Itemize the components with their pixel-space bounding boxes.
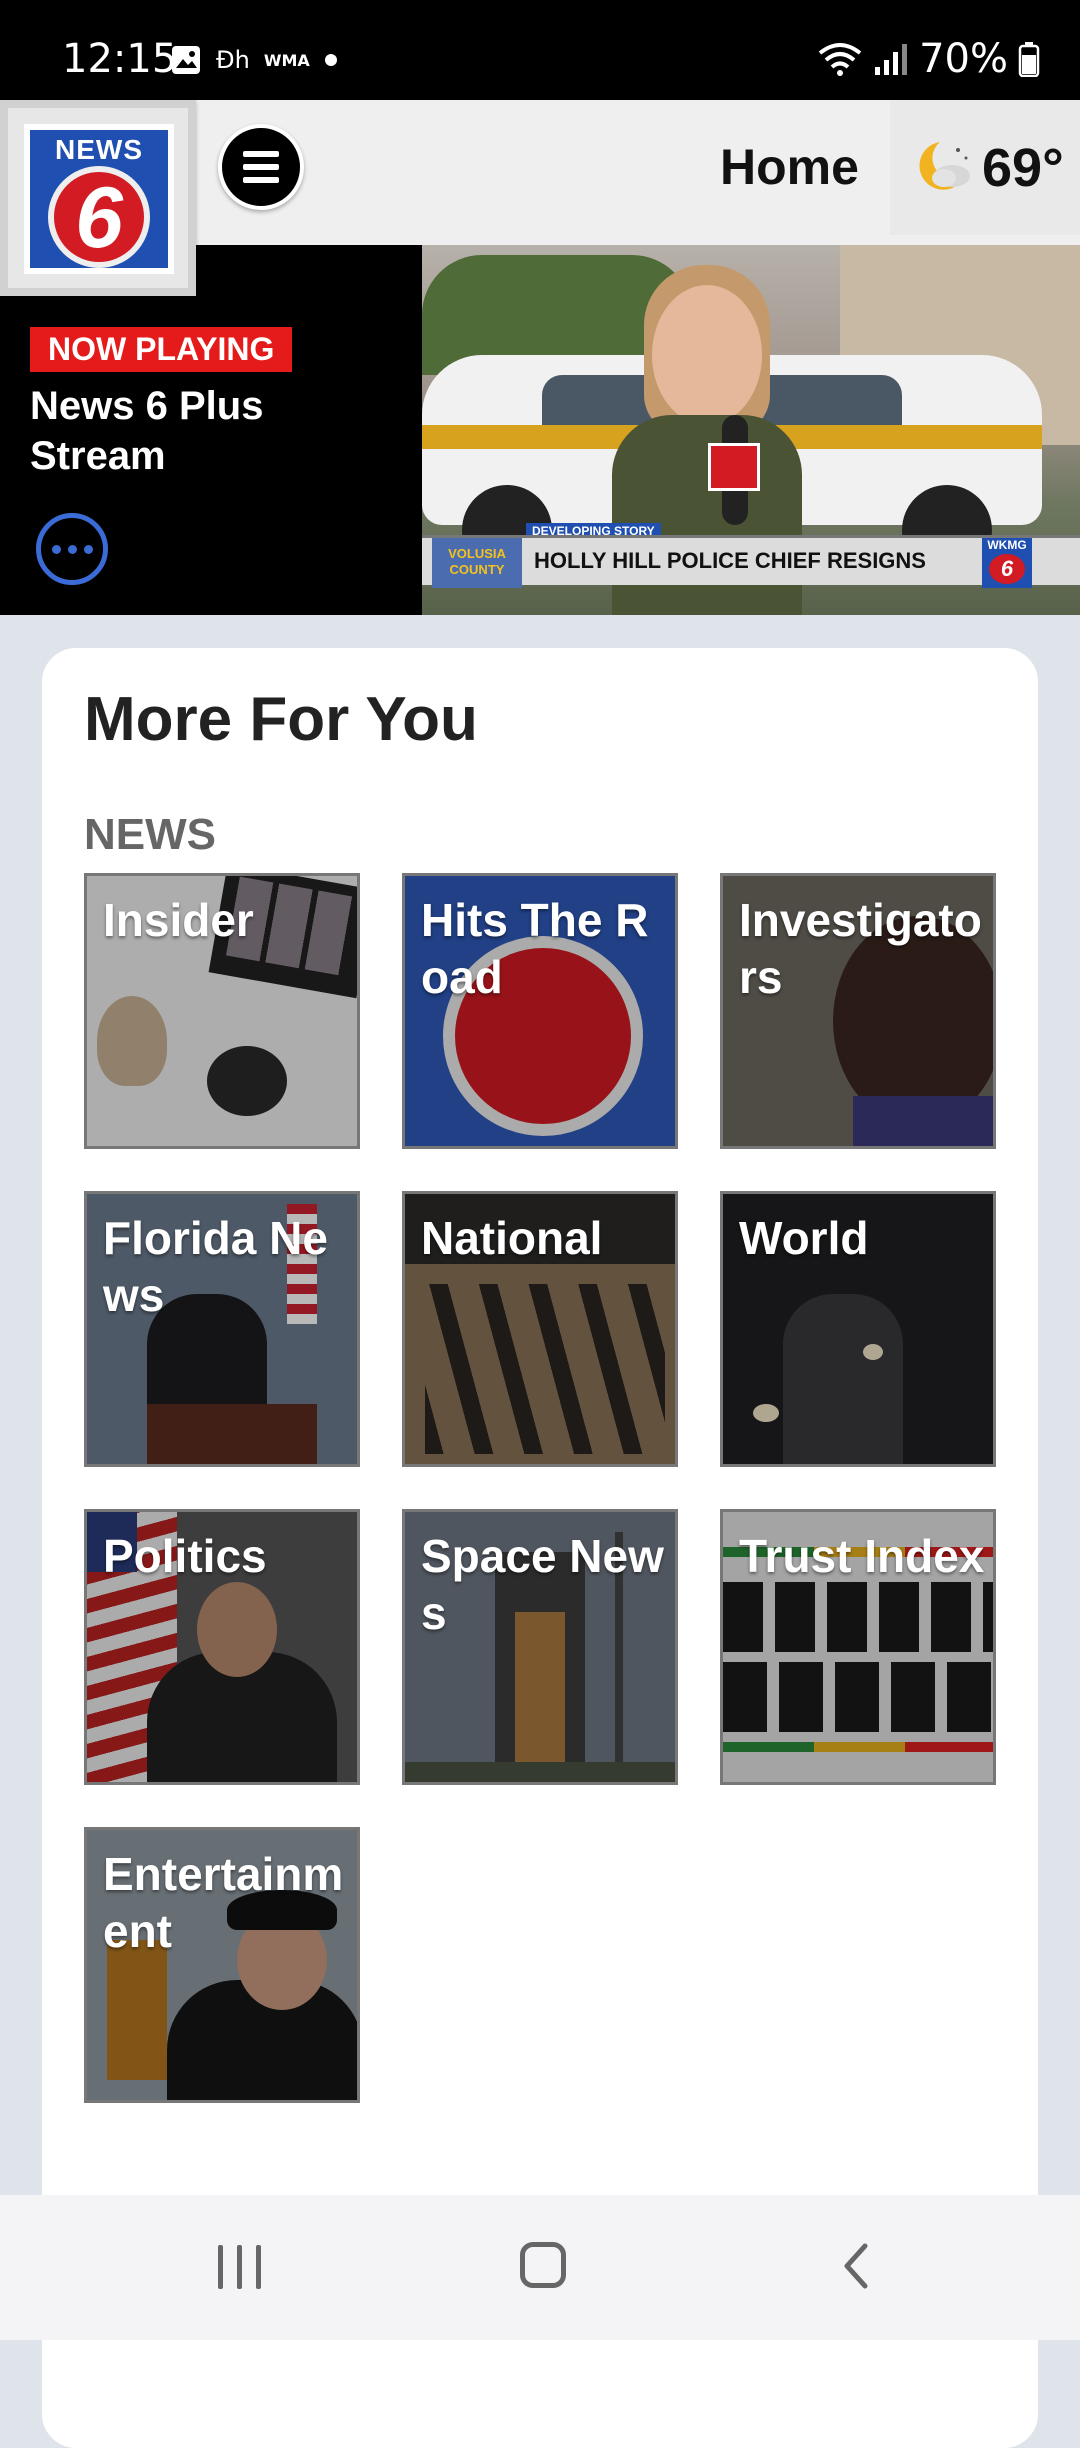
lower-third: VOLUSIA COUNTY HOLLY HILL POLICE CHIEF R…: [422, 535, 1080, 588]
recents-icon: [218, 2245, 223, 2289]
wifi-icon: [818, 43, 862, 76]
reporter: [652, 285, 762, 425]
logo-word: NEWS: [55, 134, 143, 165]
image-icon: [172, 46, 200, 74]
recents-button[interactable]: [218, 2245, 261, 2289]
more-options-button[interactable]: [36, 513, 108, 585]
station-tag: WKMG 6: [982, 538, 1032, 588]
section-title: More For You: [84, 685, 478, 754]
status-time: 12:15: [62, 36, 178, 82]
status-icons-left: Ðh WMA: [170, 44, 338, 76]
tile-label: World: [739, 1212, 869, 1264]
section-label: NEWS: [84, 810, 216, 859]
weather-widget[interactable]: 69°: [890, 100, 1080, 235]
hamburger-icon: [243, 151, 279, 157]
recents-icon: [256, 2245, 261, 2289]
now-playing-panel[interactable]: NOW PLAYING News 6 Plus Stream: [0, 245, 422, 615]
tile-investigators[interactable]: Investigators: [720, 873, 996, 1149]
tile-politics[interactable]: Politics: [84, 1509, 360, 1785]
status-bar: 12:15 Ðh WMA 70%: [0, 0, 1080, 100]
tile-label: National: [421, 1212, 603, 1264]
tile-label: Hits The Road: [421, 894, 649, 1003]
system-nav-bar: [0, 2195, 1080, 2340]
status-right: 70%: [817, 36, 1040, 82]
video-headline: HOLLY HILL POLICE CHIEF RESIGNS: [534, 548, 926, 573]
dot-icon: [83, 544, 93, 554]
back-button[interactable]: [835, 2242, 883, 2290]
tile-label: Space News: [421, 1530, 664, 1639]
hamburger-icon: [243, 177, 279, 183]
tile-trust-index[interactable]: Trust Index: [720, 1509, 996, 1785]
tile-label: Insider: [103, 894, 254, 946]
tile-national[interactable]: National: [402, 1191, 678, 1467]
hamburger-icon: [243, 164, 279, 170]
logo-numeral: 6: [75, 170, 123, 266]
notification-icon: Ðh: [216, 46, 250, 74]
notification-icon: WMA: [263, 50, 310, 70]
tile-world[interactable]: World: [720, 1191, 996, 1467]
now-playing-badge: NOW PLAYING: [30, 327, 293, 372]
news6-logo[interactable]: NEWS 6: [0, 100, 196, 296]
home-button[interactable]: [520, 2242, 566, 2288]
menu-button[interactable]: [218, 124, 304, 210]
tile-entertainment[interactable]: Entertainment: [84, 1827, 360, 2103]
logo-badge: NEWS 6: [24, 124, 174, 274]
tile-label: Entertainment: [103, 1848, 344, 1957]
logo-numeral: 6: [989, 554, 1025, 584]
logo-circle: 6: [48, 166, 150, 268]
tile-insider[interactable]: Insider: [84, 873, 360, 1149]
tile-label: Politics: [103, 1530, 267, 1582]
tile-label: Florida News: [103, 1212, 328, 1321]
recents-icon: [237, 2245, 242, 2289]
county-tag: VOLUSIA COUNTY: [432, 538, 522, 588]
partly-cloudy-night-icon: [919, 141, 970, 190]
tile-space-news[interactable]: Space News: [402, 1509, 678, 1785]
more-for-you-card: More For You NEWS Insider Hits The Road …: [42, 648, 1038, 2448]
dot-icon: [67, 544, 77, 554]
tile-hits-the-road[interactable]: Hits The Road: [402, 873, 678, 1149]
dot-icon: [51, 544, 61, 554]
weather-temperature: 69°: [982, 137, 1064, 198]
battery-percent: 70%: [919, 36, 1008, 82]
page-title: Home: [720, 139, 859, 195]
tile-label: Investigators: [739, 894, 982, 1003]
battery-icon: [1018, 42, 1040, 77]
dot-icon: [324, 54, 337, 66]
tile-florida-news[interactable]: Florida News: [84, 1191, 360, 1467]
signal-icon: [875, 44, 908, 75]
now-playing-title: News 6 Plus Stream: [30, 384, 264, 478]
video-player[interactable]: DEVELOPING STORY VOLUSIA COUNTY HOLLY HI…: [422, 245, 1080, 615]
tile-label: Trust Index: [739, 1530, 985, 1582]
